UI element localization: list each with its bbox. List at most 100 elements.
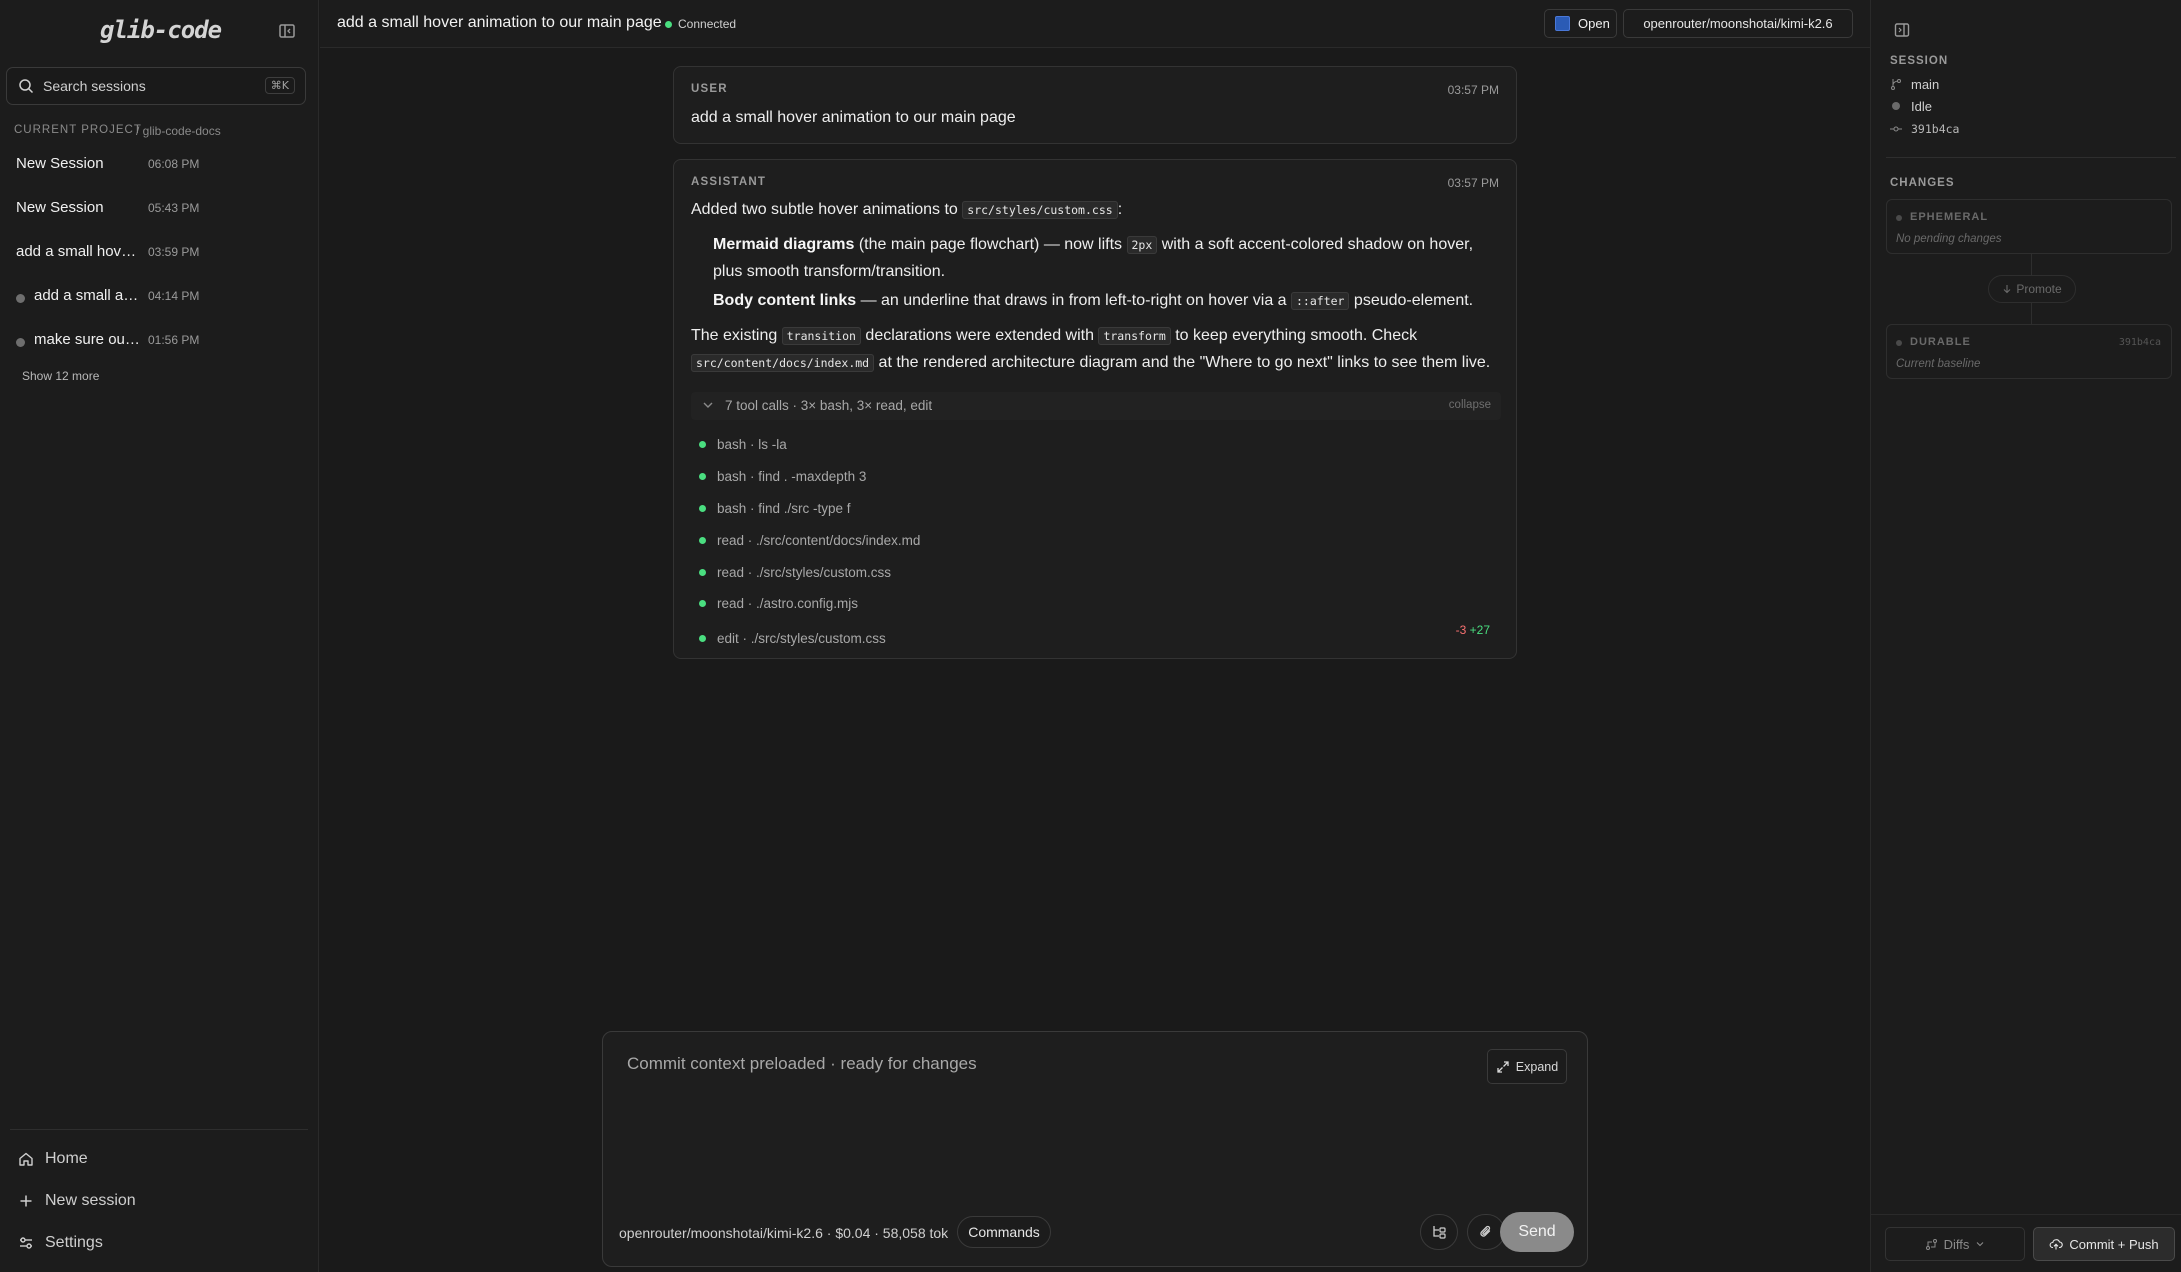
commit-push-button[interactable]: Commit + Push xyxy=(2033,1227,2175,1261)
collapse-button[interactable]: collapse xyxy=(1449,399,1491,411)
commit-push-label: Commit + Push xyxy=(2069,1236,2159,1252)
connector-line xyxy=(2031,303,2032,324)
idle-dot-icon xyxy=(1892,102,1900,110)
message-role: ASSISTANT xyxy=(691,176,767,188)
connector-line xyxy=(2031,254,2032,275)
nav-settings[interactable]: Settings xyxy=(18,1230,103,1256)
session-time: 05:43 PM xyxy=(148,201,200,215)
tool-calls-header[interactable]: 7 tool calls · 3× bash, 3× read, edit co… xyxy=(691,392,1501,420)
diff-stat: -3 +27 xyxy=(1456,623,1490,637)
success-dot xyxy=(699,440,706,448)
ephemeral-box: EPHEMERAL No pending changes xyxy=(1886,199,2172,254)
session-item[interactable]: New Session 05:43 PM xyxy=(0,188,319,228)
file-tree-icon xyxy=(1433,1226,1446,1239)
session-name: New Session xyxy=(16,199,104,216)
home-icon xyxy=(19,1152,33,1166)
open-button[interactable]: Open xyxy=(1544,9,1617,38)
message-input[interactable] xyxy=(627,1054,1447,1164)
assistant-paragraph-cont: src/content/docs/index.md at the rendere… xyxy=(691,354,1490,372)
model-label: openrouter/moonshotai/kimi-k2.6 xyxy=(1643,16,1833,31)
message-time: 03:57 PM xyxy=(1447,176,1499,190)
expand-button[interactable]: Expand xyxy=(1487,1049,1567,1084)
plus-icon xyxy=(20,1195,32,1207)
diffs-button[interactable]: Diffs xyxy=(1885,1227,2025,1261)
state-label: Idle xyxy=(1911,98,1932,114)
status-dot xyxy=(665,20,672,28)
search-sessions[interactable]: ⌘K xyxy=(6,67,306,105)
ephemeral-dot xyxy=(1896,215,1902,221)
assistant-intro: Added two subtle hover animations to src… xyxy=(691,201,1123,219)
nav-settings-label: Settings xyxy=(45,1234,103,1251)
session-item[interactable]: New Session 06:08 PM xyxy=(0,144,319,184)
branch-name: main xyxy=(1911,76,1940,92)
assistant-message: ASSISTANT 03:57 PM Added two subtle hove… xyxy=(673,159,1517,659)
diffs-label: Diffs xyxy=(1943,1236,1970,1252)
session-item[interactable]: add a small hover animation to our main … xyxy=(0,232,319,272)
durable-ref: 391b4ca xyxy=(2118,337,2161,348)
composer: Expand openrouter/moonshotai/kimi-k2.6 ·… xyxy=(602,1031,1588,1267)
nav-home[interactable]: Home xyxy=(18,1146,88,1172)
bullet-mermaid-cont: plus smooth transform/transition. xyxy=(713,263,946,280)
session-status-dot xyxy=(16,294,25,303)
promote-button[interactable]: Promote xyxy=(1988,275,2076,303)
send-button[interactable]: Send xyxy=(1500,1212,1574,1252)
tool-call-item[interactable]: read · ./src/content/docs/index.md xyxy=(699,530,920,550)
success-dot xyxy=(699,568,706,576)
status-label: Connected xyxy=(678,17,737,31)
tool-call-item[interactable]: read · ./src/styles/custom.css xyxy=(699,562,891,582)
show-more-sessions[interactable]: Show 12 more xyxy=(22,369,99,383)
commit-hash: 391b4ca xyxy=(1911,122,1960,136)
current-project-name: / glib-code-docs xyxy=(136,124,221,138)
panel-toggle-icon[interactable] xyxy=(1894,22,1910,42)
inline-code: src/styles/custom.css xyxy=(962,201,1118,219)
success-dot xyxy=(699,472,706,480)
changes-header: CHANGES xyxy=(1890,177,1955,189)
durable-box: DURABLE 391b4ca Current baseline xyxy=(1886,324,2172,379)
commands-label: Commands xyxy=(968,1224,1040,1240)
tool-call-item[interactable]: bash · ls -la xyxy=(699,434,787,454)
commands-button[interactable]: Commands xyxy=(957,1216,1051,1248)
chat-area: USER 03:57 PM add a small hover animatio… xyxy=(320,49,1870,1272)
nav-home-label: Home xyxy=(45,1150,88,1167)
ephemeral-label: EPHEMERAL xyxy=(1910,211,1989,223)
editor-icon xyxy=(1555,16,1570,31)
session-item[interactable]: make sure our docs 01:56 PM xyxy=(0,320,319,360)
inline-code: ::after xyxy=(1291,292,1350,310)
session-time: 06:08 PM xyxy=(148,157,200,171)
model-selector[interactable]: openrouter/moonshotai/kimi-k2.6 xyxy=(1623,9,1853,38)
success-dot xyxy=(699,504,706,512)
nav-new-session[interactable]: New session xyxy=(18,1188,136,1214)
tool-call-item[interactable]: bash · find . -maxdepth 3 xyxy=(699,466,866,486)
session-time: 04:14 PM xyxy=(148,289,200,303)
app-logo: glib-code xyxy=(100,16,222,44)
search-input[interactable] xyxy=(43,78,253,94)
session-commit: 391b4ca xyxy=(1890,120,1959,138)
send-label: Send xyxy=(1518,1223,1556,1240)
expand-icon xyxy=(1497,1060,1509,1073)
collapse-sidebar-icon[interactable] xyxy=(278,22,298,42)
promote-label: Promote xyxy=(2016,282,2062,296)
user-message: USER 03:57 PM add a small hover animatio… xyxy=(673,66,1517,144)
tool-call-item[interactable]: read · ./astro.config.mjs xyxy=(699,593,858,613)
tool-call-item[interactable]: bash · find ./src -type f xyxy=(699,498,851,518)
app-root: glib-code ⌘K CURRENT PROJECT / glib-code… xyxy=(0,0,2181,1272)
tree-button[interactable] xyxy=(1420,1214,1458,1250)
tool-calls-summary: 7 tool calls · 3× bash, 3× read, edit xyxy=(725,398,933,413)
composer-meta: openrouter/moonshotai/kimi-k2.6 · $0.04 … xyxy=(619,1225,949,1241)
tool-call-item[interactable]: edit · ./src/styles/custom.css xyxy=(699,628,886,648)
success-dot xyxy=(699,634,706,642)
session-item[interactable]: add a small animation 04:14 PM xyxy=(0,276,319,316)
git-branch-icon xyxy=(1891,79,1901,90)
sidebar-divider xyxy=(10,1129,308,1130)
assistant-paragraph: The existing transition declarations wer… xyxy=(691,327,1418,345)
message-role: USER xyxy=(691,83,728,95)
search-shortcut: ⌘K xyxy=(264,77,295,94)
inline-code: transition xyxy=(781,327,861,345)
success-dot xyxy=(699,599,706,607)
diff-additions: +27 xyxy=(1469,623,1490,637)
sliders-icon xyxy=(20,1237,32,1249)
message-time: 03:57 PM xyxy=(1447,83,1499,97)
panel-divider xyxy=(1886,157,2176,158)
session-branch: main xyxy=(1890,75,1939,93)
sidebar: glib-code ⌘K CURRENT PROJECT / glib-code… xyxy=(0,0,319,1272)
